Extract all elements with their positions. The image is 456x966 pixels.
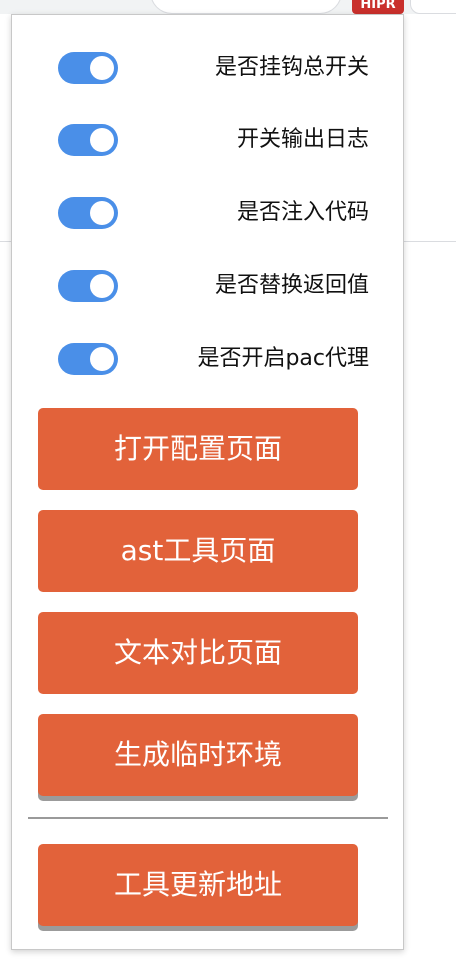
toggle-label-replace-response: 是否替换返回值 (214, 273, 369, 298)
toggle-label-pac-proxy: 是否开启pac代理 (197, 346, 369, 371)
toggle-switch-pac-proxy[interactable] (58, 343, 118, 375)
toggle-row-inject-code: 是否注入代码 (12, 193, 405, 233)
extension-badge-label: HIPR (360, 0, 396, 12)
ast-tool-button[interactable]: ast工具页面 (38, 510, 358, 592)
browser-toolbar: HIPR (0, 0, 456, 14)
open-config-button[interactable]: 打开配置页面 (38, 408, 358, 490)
toggle-switch-log-output[interactable] (58, 124, 118, 156)
toggle-knob (90, 128, 114, 152)
toggle-label-log-output: 开关输出日志 (236, 127, 369, 152)
toolbar-button[interactable] (410, 0, 456, 14)
toggle-row-replace-response: 是否替换返回值 (12, 266, 405, 306)
toggle-knob (90, 274, 114, 298)
toggle-switch-replace-response[interactable] (58, 270, 118, 302)
extension-badge[interactable]: HIPR (352, 0, 404, 14)
toggle-knob (90, 56, 114, 80)
temp-env-button[interactable]: 生成临时环境 (38, 714, 358, 796)
address-bar[interactable] (150, 0, 342, 14)
toggle-knob (90, 201, 114, 225)
toggle-knob (90, 347, 114, 371)
toggle-row-log-output: 开关输出日志 (12, 120, 405, 160)
update-url-button[interactable]: 工具更新地址 (38, 844, 358, 926)
toggle-row-pac-proxy: 是否开启pac代理 (12, 339, 405, 379)
toggle-label-hook-master: 是否挂钩总开关 (214, 55, 369, 80)
toggle-switch-hook-master[interactable] (58, 52, 118, 84)
section-divider (28, 817, 388, 819)
toggle-row-hook-master: 是否挂钩总开关 (12, 48, 405, 88)
toggle-label-inject-code: 是否注入代码 (236, 200, 369, 225)
text-diff-button[interactable]: 文本对比页面 (38, 612, 358, 694)
toggle-switch-inject-code[interactable] (58, 197, 118, 229)
extension-popup: 是否挂钩总开关 开关输出日志 是否注入代码 是否替换返回值 是否开启pac代理 … (11, 14, 404, 950)
